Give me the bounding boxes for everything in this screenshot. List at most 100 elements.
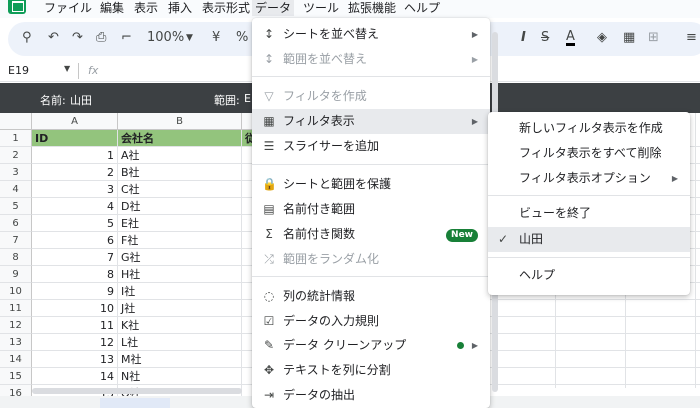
create-filter-view-item[interactable]: 新しいフィルタ表示を作成: [488, 116, 690, 141]
cell-company[interactable]: M社: [118, 351, 242, 368]
data-menu-item-split[interactable]: ✥ テキストを列に分割: [252, 358, 490, 383]
menu-tools[interactable]: ツール: [303, 0, 339, 16]
data-menu-item-sort[interactable]: ↕ シートを並べ替え ▶: [252, 22, 490, 47]
cell-company[interactable]: E社: [118, 215, 242, 232]
merge-cells-icon[interactable]: ⊞: [648, 30, 659, 46]
cell-id[interactable]: 5: [32, 215, 118, 232]
filter-view-yamada-item[interactable]: ✓ 山田: [488, 227, 690, 252]
cell-id[interactable]: 9: [32, 283, 118, 300]
data-menu-item-validation[interactable]: ☑ データの入力規則: [252, 309, 490, 334]
cell-company[interactable]: L社: [118, 334, 242, 351]
menu-extensions[interactable]: 拡張機能: [348, 0, 396, 16]
exit-view-item[interactable]: ビューを終了: [488, 201, 690, 226]
currency-button[interactable]: ¥: [212, 30, 220, 46]
select-all-corner[interactable]: [0, 113, 32, 130]
data-menu-item-extract[interactable]: ⇥ データの抽出: [252, 383, 490, 408]
cell-id[interactable]: 10: [32, 300, 118, 317]
row-header[interactable]: 11: [0, 300, 32, 317]
percent-button[interactable]: %: [236, 30, 248, 46]
menu-insert[interactable]: 挿入: [168, 0, 192, 16]
cell-company[interactable]: N社: [118, 368, 242, 385]
data-menu-item-shuffle[interactable]: ⤮ 範囲をランダム化: [252, 247, 490, 272]
strikethrough-icon[interactable]: S: [541, 30, 549, 46]
cell-id[interactable]: 7: [32, 249, 118, 266]
align-icon[interactable]: ≡: [686, 30, 697, 46]
sheet-tab-active[interactable]: [100, 398, 170, 408]
delete-all-filter-views-item[interactable]: フィルタ表示をすべて削除: [488, 141, 690, 166]
row-header[interactable]: 2: [0, 147, 32, 164]
filter-range-value[interactable]: E: [244, 92, 251, 105]
cell-company[interactable]: A社: [118, 147, 242, 164]
data-menu-item-sigma[interactable]: Σ 名前付き関数 New: [252, 222, 490, 247]
paint-format-icon[interactable]: ⌐: [121, 30, 132, 46]
print-icon[interactable]: ⎙: [96, 30, 106, 46]
chevron-down-icon[interactable]: ▼: [186, 30, 193, 46]
italic-icon[interactable]: I: [521, 30, 526, 46]
row-header[interactable]: 13: [0, 334, 32, 351]
cell-company[interactable]: J社: [118, 300, 242, 317]
data-menu-item-magic-wand[interactable]: ✎ データ クリーンアップ ▶: [252, 333, 490, 358]
cell-id[interactable]: 12: [32, 334, 118, 351]
data-menu-item-filter-view[interactable]: ▦ フィルタ表示 ▶: [252, 109, 490, 134]
zoom-select[interactable]: 100%: [147, 30, 184, 46]
redo-icon[interactable]: ↷: [72, 30, 83, 46]
header-cell-id[interactable]: ID: [32, 130, 118, 147]
cell-company[interactable]: I社: [118, 283, 242, 300]
data-menu-item-slicer[interactable]: ☰ スライサーを追加: [252, 134, 490, 159]
column-header-b[interactable]: B: [118, 113, 242, 130]
cell-id[interactable]: 3: [32, 181, 118, 198]
name-box[interactable]: E19: [8, 64, 29, 77]
menu-data[interactable]: データ: [252, 0, 295, 16]
row-header[interactable]: 7: [0, 232, 32, 249]
row-header[interactable]: 1: [0, 130, 32, 147]
cell-company[interactable]: D社: [118, 198, 242, 215]
cell-company[interactable]: F社: [118, 232, 242, 249]
cell-id[interactable]: 8: [32, 266, 118, 283]
cell-id[interactable]: 13: [32, 351, 118, 368]
menu-help[interactable]: ヘルプ: [404, 0, 440, 16]
search-icon[interactable]: ⚲: [22, 30, 32, 46]
data-menu-item-lock[interactable]: 🔒 シートと範囲を保護: [252, 172, 490, 197]
row-header[interactable]: 6: [0, 215, 32, 232]
cell-id[interactable]: 14: [32, 368, 118, 385]
filter-view-options-item[interactable]: フィルタ表示オプション ▶: [488, 166, 690, 191]
cell-company[interactable]: C社: [118, 181, 242, 198]
sheets-logo-icon[interactable]: [8, 0, 26, 14]
text-color-icon[interactable]: A: [566, 30, 575, 46]
cell-id[interactable]: 4: [32, 198, 118, 215]
cell-company[interactable]: B社: [118, 164, 242, 181]
fill-color-icon[interactable]: ◈: [597, 30, 607, 46]
help-item[interactable]: ヘルプ: [488, 263, 690, 288]
row-header[interactable]: 8: [0, 249, 32, 266]
menu-view[interactable]: 表示: [134, 0, 158, 16]
header-cell-company[interactable]: 会社名: [118, 130, 242, 147]
row-header[interactable]: 15: [0, 368, 32, 385]
cell-id[interactable]: 1: [32, 147, 118, 164]
cell-id[interactable]: 11: [32, 317, 118, 334]
data-menu-item-sort-range[interactable]: ↕ 範囲を並べ替え ▶: [252, 47, 490, 72]
cell-id[interactable]: 2: [32, 164, 118, 181]
filter-name-value[interactable]: 山田: [70, 92, 92, 108]
menu-format[interactable]: 表示形式: [202, 0, 250, 16]
borders-icon[interactable]: ▦: [623, 30, 635, 46]
cell-company[interactable]: G社: [118, 249, 242, 266]
row-header[interactable]: 3: [0, 164, 32, 181]
row-header[interactable]: 14: [0, 351, 32, 368]
row-header[interactable]: 4: [0, 181, 32, 198]
menu-file[interactable]: ファイル: [44, 0, 92, 16]
undo-icon[interactable]: ↶: [48, 30, 59, 46]
data-menu-item-filter[interactable]: ▽ フィルタを作成: [252, 84, 490, 109]
cell-company[interactable]: K社: [118, 317, 242, 334]
row-header[interactable]: 10: [0, 283, 32, 300]
row-header[interactable]: 5: [0, 198, 32, 215]
data-menu-item-named-range[interactable]: ▤ 名前付き範囲: [252, 197, 490, 222]
row-header[interactable]: 12: [0, 317, 32, 334]
menu-edit[interactable]: 編集: [100, 0, 124, 16]
data-menu-item-lightbulb[interactable]: ◌ 列の統計情報: [252, 284, 490, 309]
cell-company[interactable]: H社: [118, 266, 242, 283]
column-header-a[interactable]: A: [32, 113, 118, 130]
cell-id[interactable]: 6: [32, 232, 118, 249]
name-box-dropdown-icon[interactable]: ▼: [64, 64, 70, 73]
row-header[interactable]: 9: [0, 266, 32, 283]
horizontal-scrollbar[interactable]: [32, 388, 242, 394]
